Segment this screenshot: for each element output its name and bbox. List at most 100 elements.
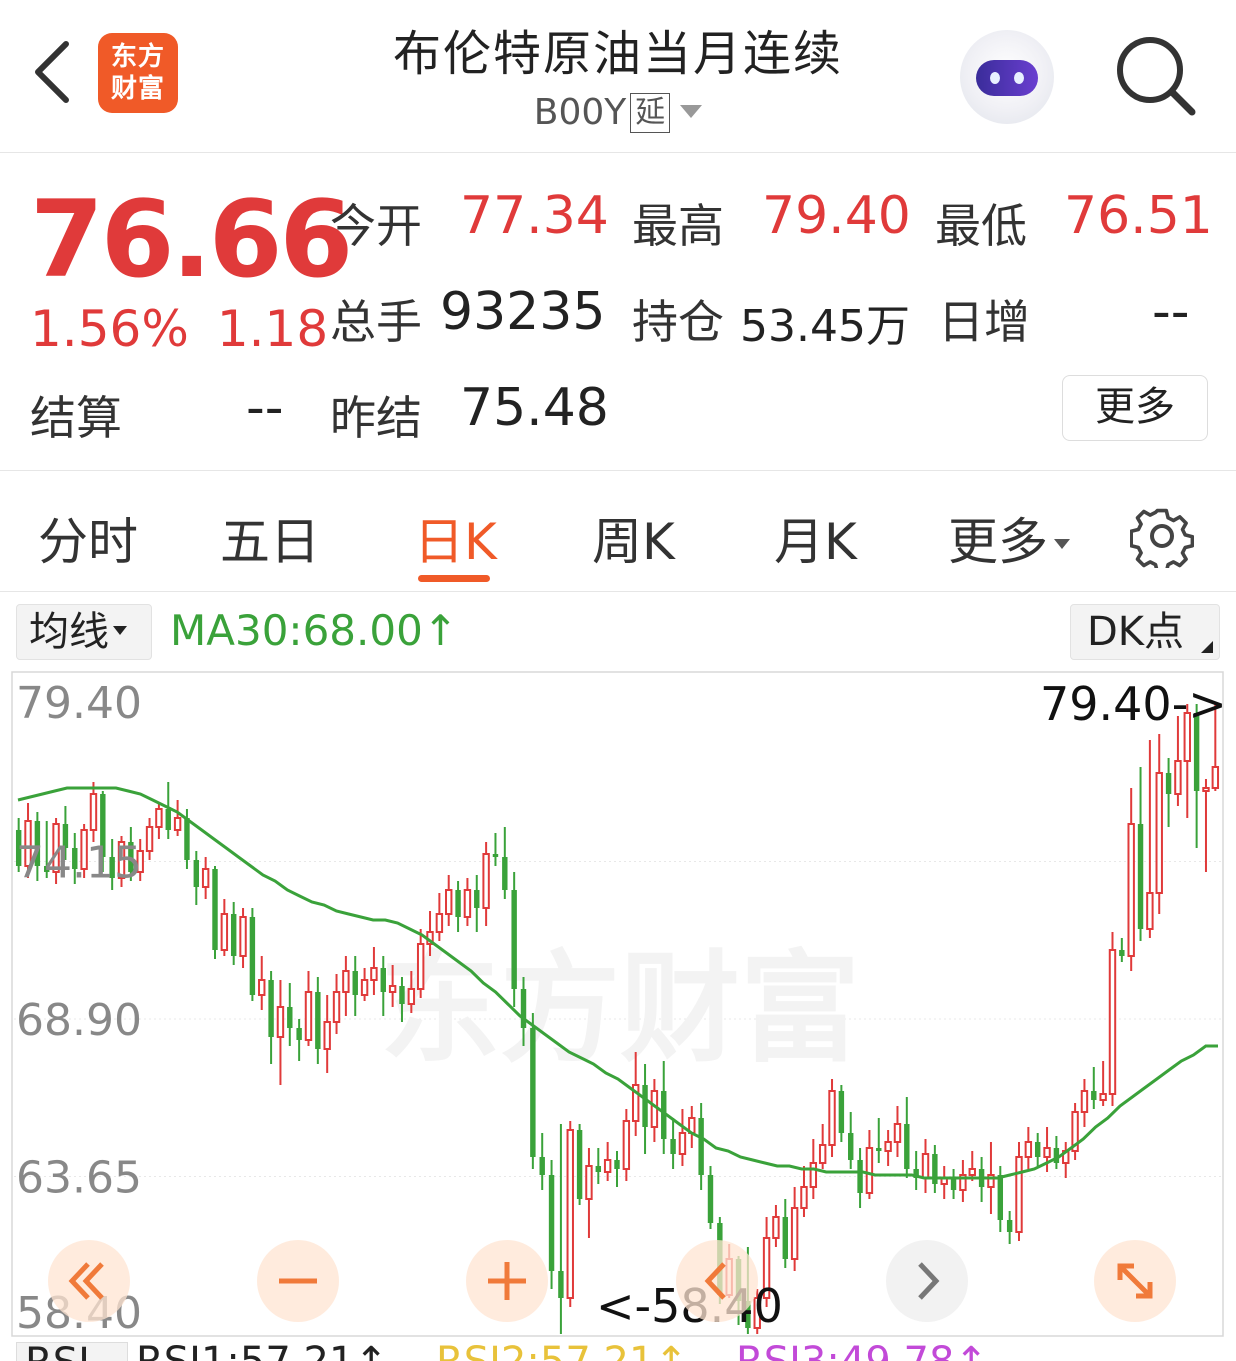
- settle-label: 结算: [30, 391, 122, 445]
- y-tick-label: 63.65: [16, 1153, 142, 1204]
- y-tick-label: 68.90: [16, 995, 142, 1046]
- candle-body: [921, 1153, 930, 1179]
- candle-body: [857, 1160, 863, 1193]
- ma-select-label: 均线: [29, 609, 109, 655]
- candle-body: [1137, 824, 1144, 929]
- tab-more-label: 更多: [948, 513, 1048, 571]
- candle-body: [165, 809, 171, 830]
- candle-body: [249, 917, 256, 995]
- candle-body: [1202, 787, 1210, 792]
- candle-body: [1146, 892, 1154, 930]
- top-bar: 东方 财富 布伦特原油当月连续 B00Y 延: [0, 0, 1236, 153]
- open-interest-label: 持仓: [632, 295, 724, 349]
- dk-point-button[interactable]: DK点: [1070, 604, 1220, 660]
- rsi-select[interactable]: RSI: [16, 1342, 128, 1361]
- search-icon[interactable]: [1110, 30, 1200, 120]
- chevron-left-icon[interactable]: [22, 32, 82, 112]
- chevron-right-icon[interactable]: [886, 1240, 968, 1322]
- open-interest-value: 53.45万: [740, 301, 910, 352]
- candle-body: [1119, 950, 1125, 956]
- candle-body: [492, 854, 499, 857]
- candle-body: [848, 1133, 854, 1160]
- candle-body: [566, 1129, 574, 1299]
- candle-body: [884, 1141, 892, 1152]
- change-percent: 1.56%: [30, 300, 189, 358]
- candle-body: [603, 1159, 612, 1173]
- volume-label: 总手: [330, 295, 422, 349]
- tab-five-day[interactable]: 五日: [220, 502, 320, 574]
- high-label: 最高: [632, 199, 724, 253]
- tab-intraday[interactable]: 分时: [38, 502, 138, 574]
- minus-icon[interactable]: [257, 1240, 339, 1322]
- daily-increase-value: --: [1152, 282, 1190, 342]
- candle-body: [212, 869, 218, 950]
- candle-body: [576, 1130, 583, 1199]
- candle-body: [1108, 949, 1117, 1095]
- settle-value: --: [246, 378, 284, 438]
- dropdown-caret-icon: [113, 626, 127, 635]
- rsi1-readout: RSI1:57.21↑: [136, 1342, 388, 1361]
- candle-body: [1127, 823, 1135, 957]
- chevron-left-icon[interactable]: [676, 1240, 758, 1322]
- expand-icon[interactable]: [1094, 1240, 1176, 1322]
- candle-body: [239, 916, 247, 957]
- period-tabs: 分时 五日 日K 周K 月K 更多: [0, 472, 1236, 592]
- tab-monthly-k[interactable]: 月K: [774, 502, 857, 574]
- candle-body: [530, 1028, 536, 1157]
- max-marker: 79.40->: [1040, 677, 1227, 731]
- tab-weekly-k[interactable]: 周K: [592, 502, 675, 574]
- candle-body: [893, 1123, 902, 1143]
- instrument-code: B00Y: [533, 92, 627, 133]
- candle-body: [380, 968, 386, 992]
- more-quote-button[interactable]: 更多: [1062, 375, 1208, 441]
- candle-body: [1015, 1156, 1023, 1233]
- dk-point-label: DK点: [1087, 609, 1185, 655]
- double-chevron-left-icon[interactable]: [48, 1240, 130, 1322]
- candle-body: [1155, 772, 1163, 894]
- delay-tag: 延: [630, 93, 671, 133]
- candle-body: [323, 1021, 331, 1050]
- candle-body: [220, 913, 229, 951]
- prev-settle-label: 昨结: [330, 391, 422, 445]
- candle-body: [678, 1132, 687, 1155]
- candle-body: [315, 992, 321, 1049]
- instrument-title: 布伦特原油当月连续: [392, 26, 843, 82]
- candle-body: [800, 1186, 808, 1209]
- candle-body: [342, 970, 350, 993]
- rsi2-readout: RSI2:57.21↑: [436, 1342, 688, 1361]
- tab-daily-k[interactable]: 日K: [414, 502, 497, 574]
- candle-body: [352, 971, 358, 995]
- change-amount: 1.18: [216, 300, 329, 358]
- candle-body: [388, 985, 397, 993]
- candlestick-chart[interactable]: 东方财富 79.4074.1568.9063.6558.40 79.40-> <…: [0, 670, 1236, 1338]
- candle-body: [1034, 1142, 1041, 1157]
- low-label: 最低: [935, 199, 1027, 253]
- candle-body: [838, 1091, 845, 1133]
- candle-body: [876, 1148, 882, 1151]
- candle-body: [865, 1147, 874, 1194]
- candle-body: [268, 980, 274, 1037]
- candle-body: [482, 853, 490, 909]
- instrument-code-row[interactable]: B00Y 延: [300, 92, 936, 133]
- candle-body: [332, 991, 341, 1023]
- robot-assistant-icon[interactable]: [960, 30, 1054, 124]
- candle-body: [595, 1166, 602, 1172]
- open-value: 77.34: [460, 186, 609, 246]
- candle-body: [585, 1165, 593, 1200]
- candle-body: [642, 1085, 648, 1127]
- daily-increase-label: 日增: [938, 295, 1030, 349]
- plus-icon[interactable]: [466, 1240, 548, 1322]
- tab-more[interactable]: 更多: [948, 502, 1070, 574]
- candle-body: [520, 989, 527, 1028]
- prev-settle-value: 75.48: [460, 378, 609, 438]
- robot-face: [976, 60, 1038, 96]
- candle-body: [622, 1120, 631, 1170]
- candle-body: [968, 1168, 976, 1176]
- candle-body: [435, 913, 444, 933]
- ma-select[interactable]: 均线: [16, 604, 152, 660]
- dropdown-caret-icon: [680, 105, 703, 118]
- robot-eye-left: [990, 72, 1000, 84]
- gear-icon[interactable]: [1130, 504, 1194, 568]
- watermark: 东方财富: [380, 940, 860, 1079]
- candle-body: [670, 1139, 676, 1154]
